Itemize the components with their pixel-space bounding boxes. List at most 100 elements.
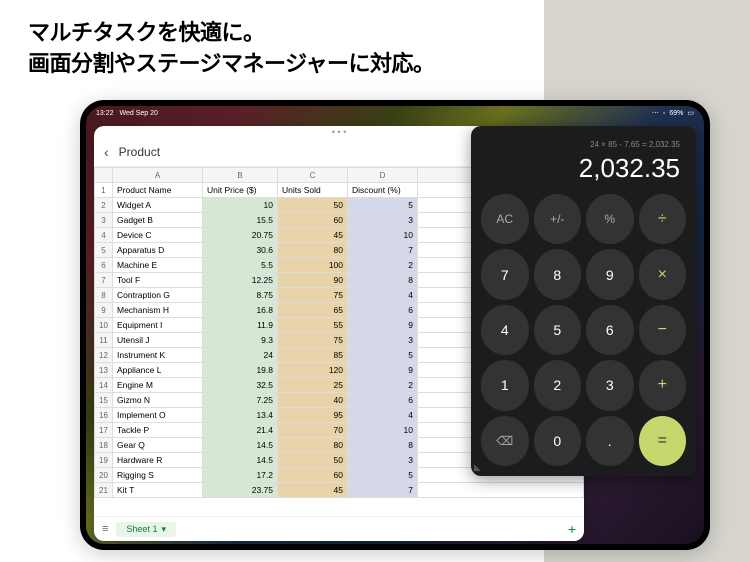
cell[interactable]: 7	[348, 243, 418, 258]
cell[interactable]: 25	[278, 378, 348, 393]
cell[interactable]: Device C	[113, 228, 203, 243]
col-header[interactable]	[95, 168, 113, 183]
cell[interactable]: Kit T	[113, 483, 203, 498]
cell[interactable]: Units Sold	[278, 183, 348, 198]
row-header[interactable]: 11	[95, 333, 113, 348]
row-header[interactable]: 20	[95, 468, 113, 483]
cell[interactable]: Tool F	[113, 273, 203, 288]
cell[interactable]: 5	[348, 468, 418, 483]
cell[interactable]: Unit Price ($)	[203, 183, 278, 198]
calc-btn-7[interactable]: 7	[481, 249, 529, 299]
row-header[interactable]: 15	[95, 393, 113, 408]
cell[interactable]: Product Name	[113, 183, 203, 198]
cell[interactable]: Appliance L	[113, 363, 203, 378]
cell[interactable]: 9	[348, 318, 418, 333]
col-header[interactable]: C	[278, 168, 348, 183]
row-header[interactable]: 17	[95, 423, 113, 438]
cell[interactable]: 13.4	[203, 408, 278, 423]
cell[interactable]: 120	[278, 363, 348, 378]
cell[interactable]: 3	[348, 453, 418, 468]
sheet-tab[interactable]: Sheet 1 ▾	[116, 522, 176, 537]
cell[interactable]: 21.4	[203, 423, 278, 438]
cell[interactable]: 20.75	[203, 228, 278, 243]
cell[interactable]: Utensil J	[113, 333, 203, 348]
row-header[interactable]: 10	[95, 318, 113, 333]
cell[interactable]: 95	[278, 408, 348, 423]
cell[interactable]: Instrument K	[113, 348, 203, 363]
cell[interactable]: 14.5	[203, 438, 278, 453]
col-header[interactable]: B	[203, 168, 278, 183]
cell[interactable]: 17.2	[203, 468, 278, 483]
cell[interactable]: 40	[278, 393, 348, 408]
row-header[interactable]: 7	[95, 273, 113, 288]
cell[interactable]: 70	[278, 423, 348, 438]
calc-btn-+/-[interactable]: +/-	[534, 194, 582, 244]
row-header[interactable]: 16	[95, 408, 113, 423]
cell[interactable]: 80	[278, 243, 348, 258]
calc-btn-6[interactable]: 6	[586, 305, 634, 355]
cell[interactable]: Gear Q	[113, 438, 203, 453]
row-header[interactable]: 12	[95, 348, 113, 363]
row-header[interactable]: 5	[95, 243, 113, 258]
cell[interactable]: 2	[348, 378, 418, 393]
calc-btn-9[interactable]: 9	[586, 249, 634, 299]
calc-btn-4[interactable]: 4	[481, 305, 529, 355]
cell[interactable]: Discount (%)	[348, 183, 418, 198]
cell[interactable]: 45	[278, 228, 348, 243]
cell[interactable]: 14.5	[203, 453, 278, 468]
cell[interactable]: 5	[348, 348, 418, 363]
calc-btn-%[interactable]: %	[586, 194, 634, 244]
calc-btn-=[interactable]: =	[639, 416, 687, 466]
cell[interactable]: 3	[348, 213, 418, 228]
cell[interactable]: 32.5	[203, 378, 278, 393]
cell[interactable]: Hardware R	[113, 453, 203, 468]
row-header[interactable]: 19	[95, 453, 113, 468]
cell[interactable]: 80	[278, 438, 348, 453]
row-header[interactable]: 18	[95, 438, 113, 453]
calc-btn-8[interactable]: 8	[534, 249, 582, 299]
cell[interactable]: Engine M	[113, 378, 203, 393]
row-header[interactable]: 4	[95, 228, 113, 243]
cell[interactable]: Mechanism H	[113, 303, 203, 318]
cell[interactable]: Tackle P	[113, 423, 203, 438]
row-header[interactable]: 3	[95, 213, 113, 228]
row-header[interactable]: 2	[95, 198, 113, 213]
cell[interactable]: Widget A	[113, 198, 203, 213]
cell[interactable]: 60	[278, 213, 348, 228]
calc-btn-.[interactable]: .	[586, 416, 634, 466]
cell[interactable]: 19.8	[203, 363, 278, 378]
cell[interactable]: Gizmo N	[113, 393, 203, 408]
cell[interactable]: 50	[278, 198, 348, 213]
cell[interactable]: Equipment I	[113, 318, 203, 333]
cell[interactable]: 15.5	[203, 213, 278, 228]
cell[interactable]: 75	[278, 288, 348, 303]
window-resize-handle[interactable]: ◣	[474, 462, 481, 473]
cell[interactable]: 8	[348, 438, 418, 453]
row-header[interactable]: 14	[95, 378, 113, 393]
cell[interactable]: 12.25	[203, 273, 278, 288]
cell[interactable]: 60	[278, 468, 348, 483]
row-header[interactable]: 9	[95, 303, 113, 318]
cell[interactable]: 8	[348, 273, 418, 288]
cell[interactable]: 55	[278, 318, 348, 333]
cell[interactable]: 7	[348, 483, 418, 498]
cell[interactable]: 10	[203, 198, 278, 213]
cell[interactable]: 9	[348, 363, 418, 378]
cell[interactable]: 4	[348, 288, 418, 303]
cell[interactable]: Rigging S	[113, 468, 203, 483]
calc-btn-5[interactable]: 5	[534, 305, 582, 355]
sheets-menu-button[interactable]: ≡	[102, 523, 108, 535]
cell[interactable]	[418, 483, 584, 498]
cell[interactable]: 90	[278, 273, 348, 288]
cell[interactable]: 9.3	[203, 333, 278, 348]
calc-btn-3[interactable]: 3	[586, 360, 634, 410]
cell[interactable]: 11.9	[203, 318, 278, 333]
cell[interactable]: Gadget B	[113, 213, 203, 228]
row-header[interactable]: 1	[95, 183, 113, 198]
calc-btn-0[interactable]: 0	[534, 416, 582, 466]
add-sheet-button[interactable]: +	[568, 521, 576, 537]
cell[interactable]: Apparatus D	[113, 243, 203, 258]
cell[interactable]: 6	[348, 303, 418, 318]
calc-btn-2[interactable]: 2	[534, 360, 582, 410]
cell[interactable]: 50	[278, 453, 348, 468]
